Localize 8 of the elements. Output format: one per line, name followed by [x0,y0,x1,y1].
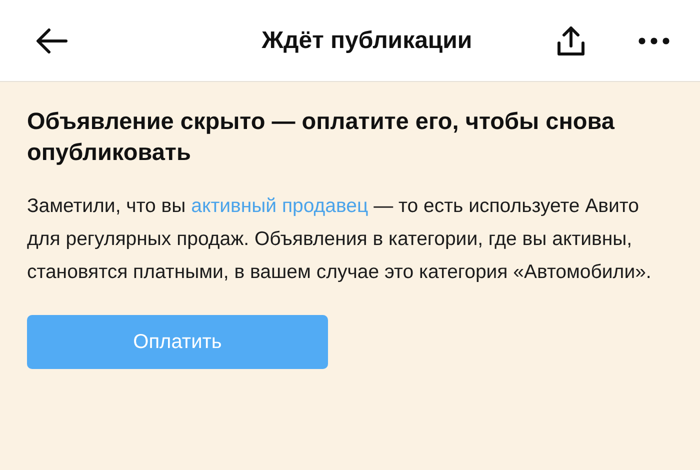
seller-link[interactable]: активный продавец [191,195,368,217]
more-icon[interactable] [638,36,670,44]
pay-button[interactable]: Оплатить [27,315,328,369]
back-icon[interactable] [36,28,68,54]
notice-heading: Объявление скрыто — оплатите его, чтобы снова опубликовать [27,107,616,167]
share-icon[interactable] [556,24,586,56]
page-title: Ждёт публикации [260,26,474,54]
notice-text: Заметили, что вы активный продавец — то есть используете Авито для регулярных продаж. Объявления в категории, где вы активны, становятся платными, в вашем случае это категория «Автомобили». [27,194,652,285]
